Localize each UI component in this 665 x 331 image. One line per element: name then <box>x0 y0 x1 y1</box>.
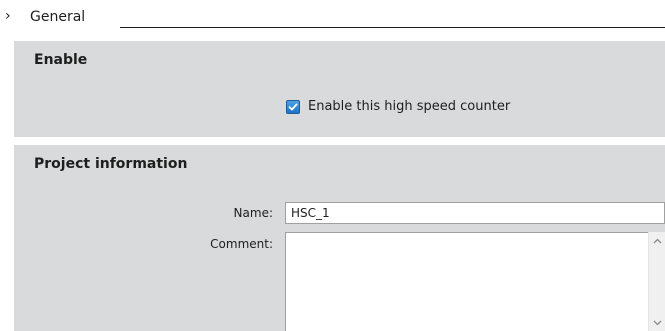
enable-checkbox[interactable] <box>286 100 300 114</box>
checkmark-icon <box>288 103 298 111</box>
name-field[interactable]: HSC_1 <box>285 202 665 224</box>
header-underline <box>120 27 665 28</box>
name-label: Name: <box>233 206 273 220</box>
comment-field[interactable] <box>285 232 665 331</box>
enable-checkbox-label[interactable]: Enable this high speed counter <box>308 99 510 115</box>
enable-section-title: Enable <box>34 52 88 68</box>
project-section-title: Project information <box>34 156 188 172</box>
project-information-section: Project information Name: HSC_1 Comment: <box>14 145 665 331</box>
enable-checkbox-row[interactable]: Enable this high speed counter <box>286 99 510 115</box>
general-header[interactable]: › General <box>0 0 665 33</box>
general-label[interactable]: General <box>30 8 85 26</box>
chevron-right-icon[interactable]: › <box>5 8 11 24</box>
properties-panel: › General Enable Enable this high speed … <box>0 0 665 331</box>
comment-label: Comment: <box>210 237 273 251</box>
enable-section: Enable Enable this high speed counter <box>14 41 665 137</box>
